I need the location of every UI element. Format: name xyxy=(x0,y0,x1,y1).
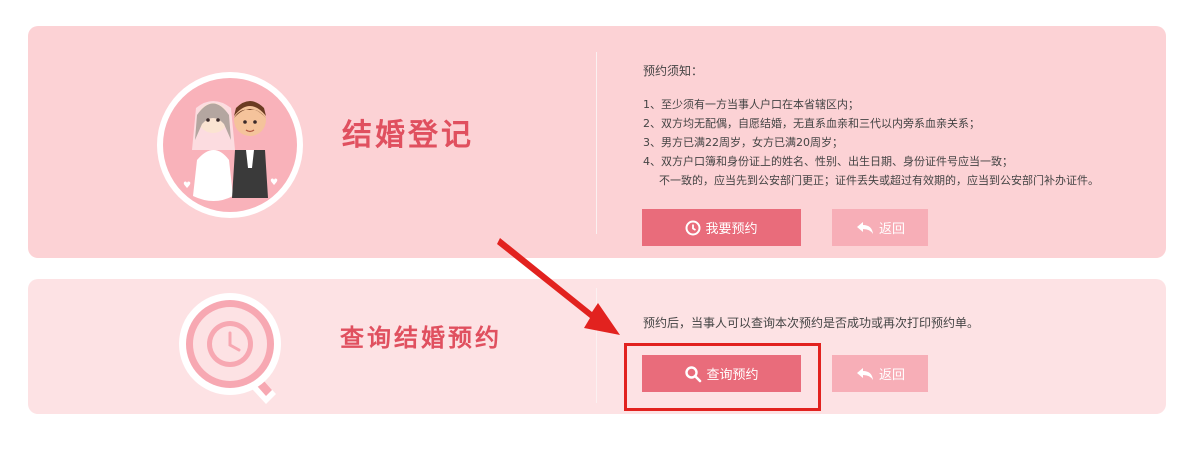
make-appointment-label: 我要预约 xyxy=(705,222,758,237)
notice-title: 预约须知： xyxy=(643,64,704,78)
notice-item: 1、至少须有一方当事人户口在本省辖区内； xyxy=(643,98,859,111)
card-divider xyxy=(596,52,597,234)
back-button[interactable]: 返回 xyxy=(832,355,928,392)
make-appointment-button[interactable]: 我要预约 xyxy=(642,209,801,246)
notice-item: 不一致的，应当先到公安部门更正；证件丢失或超过有效期的，应当到公安部门补办证件。 xyxy=(659,174,1099,187)
query-title: 查询结婚预约 xyxy=(340,323,502,352)
annotation-highlight-box xyxy=(624,343,821,411)
back-label: 返回 xyxy=(878,222,905,237)
card-divider xyxy=(596,288,597,403)
back-arrow-icon xyxy=(855,366,875,382)
clock-icon xyxy=(685,220,701,236)
back-button[interactable]: 返回 xyxy=(832,209,928,246)
query-info-text: 预约后，当事人可以查询本次预约是否成功或再次打印预约单。 xyxy=(643,316,980,330)
registration-title: 结婚登记 xyxy=(342,118,474,153)
notice-item: 4、双方户口簿和身份证上的姓名、性别、出生日期、身份证件号应当一致； xyxy=(643,155,1013,168)
notice-item: 2、双方均无配偶，自愿结婚，无直系血亲和三代以内旁系血亲关系； xyxy=(643,117,980,130)
notice-item: 3、男方已满22周岁，女方已满20周岁； xyxy=(643,136,843,149)
query-appointment-card xyxy=(28,279,1166,414)
back-arrow-icon xyxy=(855,220,875,236)
back-label: 返回 xyxy=(878,368,905,383)
notice-list: 1、至少须有一方当事人户口在本省辖区内； 2、双方均无配偶，自愿结婚，无直系血亲… xyxy=(643,95,1099,190)
